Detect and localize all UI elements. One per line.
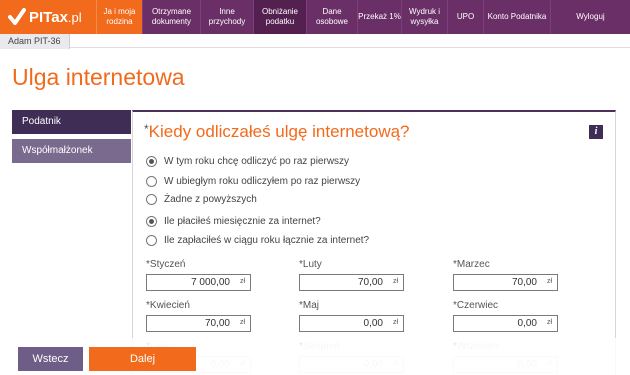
radio-button[interactable] [146, 176, 157, 187]
when-option[interactable]: Żadne z powyższych [146, 194, 257, 205]
nav-item[interactable]: Inne przychody [200, 0, 253, 34]
user-tab[interactable]: Adam PIT-36 [0, 34, 70, 49]
when-option[interactable]: W ubiegłym roku odliczyłem po raz pierws… [146, 176, 360, 187]
sidebar-item-podatnik[interactable]: Podatnik [12, 110, 131, 134]
radio-button[interactable] [146, 216, 157, 227]
radio-label: Żadne z powyższych [164, 194, 257, 205]
month-label: *Luty [299, 259, 322, 270]
month-amount-input[interactable]: 70,00 zł [146, 315, 251, 332]
when-option[interactable]: W tym roku chcę odliczyć po raz pierwszy [146, 156, 349, 167]
radio-label: Ile płaciłeś miesięcznie za internet? [164, 216, 321, 227]
month-label: *Marzec [453, 259, 490, 270]
radio-label: W tym roku chcę odliczyć po raz pierwszy [164, 156, 350, 167]
radio-button[interactable] [146, 194, 157, 205]
nav-item[interactable]: Otrzymane dokumenty [142, 0, 200, 34]
back-button[interactable]: Wstecz [18, 347, 83, 371]
payment-option[interactable]: Ile płaciłeś miesięcznie za internet? [146, 216, 321, 227]
nav-item[interactable]: Ja i moja rodzina [96, 0, 142, 34]
payment-option[interactable]: Ile zapłaciłeś w ciągu roku łącznie za i… [146, 235, 369, 246]
month-amount-input[interactable]: 70,00 zł [299, 274, 404, 291]
month-label: *Maj [299, 300, 320, 311]
radio-button[interactable] [146, 235, 157, 246]
radio-label: W ubiegłym roku odliczyłem po raz pierws… [164, 176, 361, 187]
nav-item[interactable]: Konto Podatnika [483, 0, 550, 34]
next-button[interactable]: Dalej [89, 347, 196, 371]
radio-label: Ile zapłaciłeś w ciągu roku łącznie za i… [164, 235, 370, 246]
month-label: *Kwiecień [146, 300, 190, 311]
month-amount-input[interactable]: 0,00zł [453, 315, 558, 332]
month-label: *Czerwiec [453, 300, 499, 311]
page-title: Ulga internetowa [12, 64, 185, 90]
checkmark-logo-icon [8, 8, 26, 26]
nav-item[interactable]: UPO [447, 0, 483, 34]
question-heading: *Kiedy odliczałeś ulgę internetową? [144, 122, 410, 141]
info-icon[interactable]: i [589, 125, 603, 139]
month-label: *Styczeń [146, 259, 186, 270]
top-navigation-bar: PITax.pl Ja i moja rodzina Otrzymane doku… [0, 0, 630, 34]
month-amount-input[interactable]: 70,00 zł [453, 274, 558, 291]
logo[interactable]: PITax.pl [0, 0, 96, 34]
main-nav: Ja i moja rodzina Otrzymane dokumenty Inne… [96, 0, 630, 34]
logo-text: PITax.pl [29, 8, 82, 26]
nav-item[interactable]: Wyloguj [550, 0, 630, 34]
nav-item[interactable]: Przekaż 1% [357, 0, 401, 34]
sub-bar [0, 34, 630, 48]
nav-item[interactable]: Obniżanie podatku [253, 0, 306, 34]
sidebar-item-wspolmalzonek[interactable]: Współmałżonek [12, 139, 131, 163]
nav-item[interactable]: Wydruk i wysyłka [401, 0, 447, 34]
month-amount-input[interactable]: 0,00zł [299, 315, 404, 332]
radio-button[interactable] [146, 156, 157, 167]
month-amount-input[interactable]: 7 000,00 zł [146, 274, 251, 291]
nav-item[interactable]: Dane osobowe [306, 0, 357, 34]
